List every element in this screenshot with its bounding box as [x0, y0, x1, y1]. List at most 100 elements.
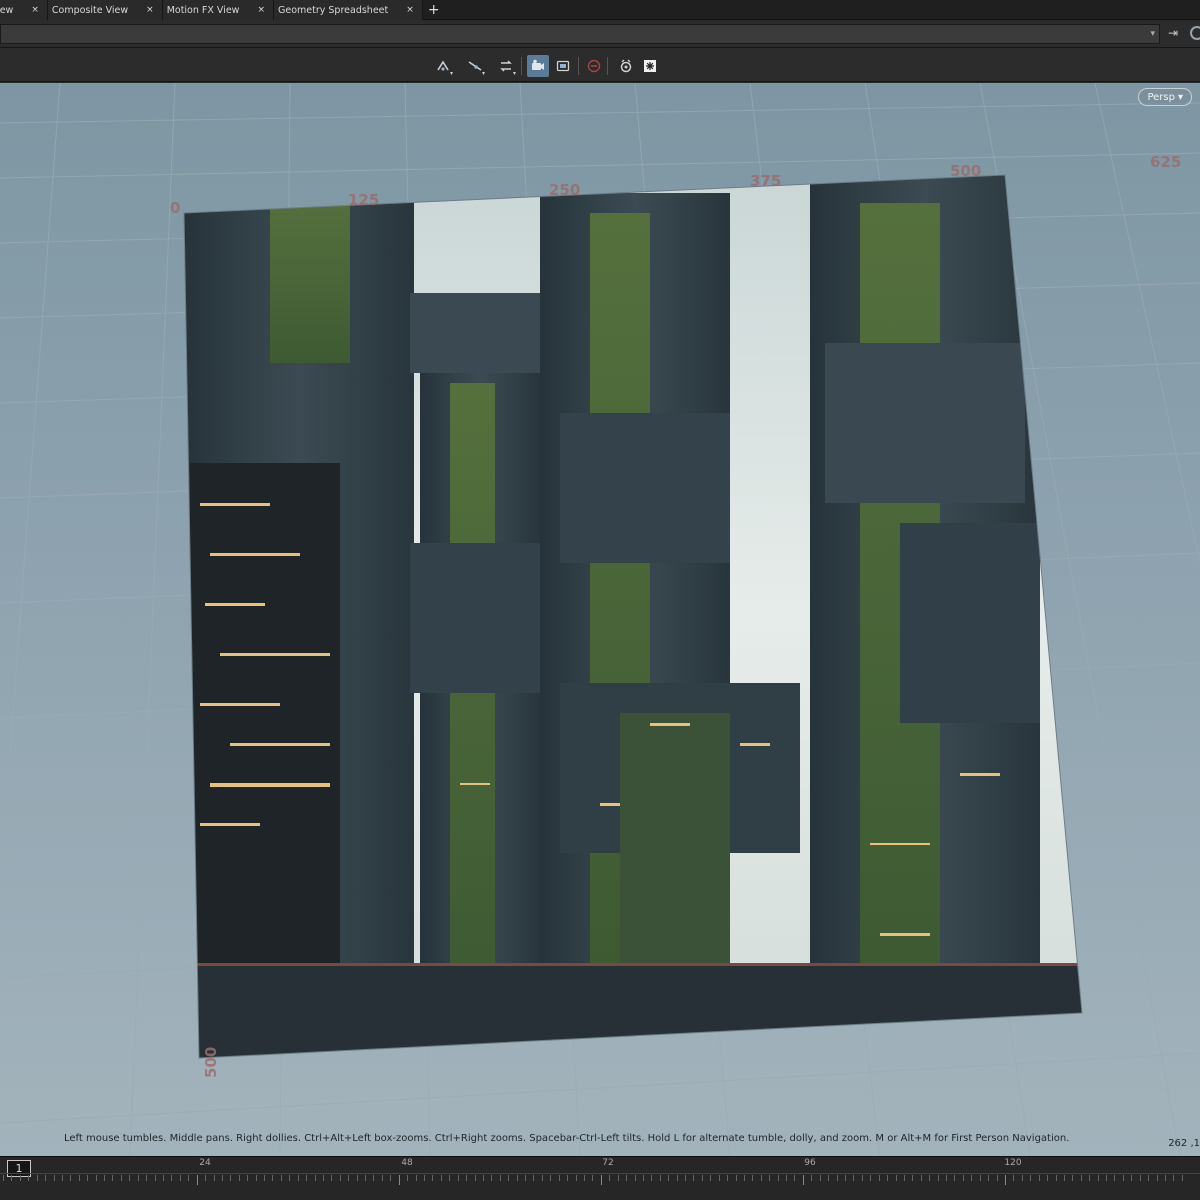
timeline-tick — [154, 1175, 156, 1181]
timeline-tick — [78, 1175, 80, 1181]
tab-motion-fx-view[interactable]: Motion FX View × — [162, 0, 274, 20]
timeline-tick — [575, 1175, 577, 1181]
timeline-tick — [53, 1175, 55, 1181]
camera-menu-button[interactable]: Persp ▾ — [1138, 88, 1192, 106]
timeline-tick — [1156, 1175, 1158, 1181]
timeline-tick — [887, 1175, 889, 1181]
timeline-tick — [735, 1175, 737, 1181]
chevron-down-icon[interactable]: ▾ — [1150, 29, 1155, 39]
timeline-tick — [617, 1175, 619, 1181]
timeline-tick — [819, 1175, 821, 1181]
no-entry-icon[interactable] — [583, 55, 605, 77]
timeline-tick — [1122, 1175, 1124, 1181]
timeline-tick — [398, 1175, 400, 1185]
timeline-tick — [390, 1175, 392, 1181]
timeline-tick — [482, 1175, 484, 1181]
timeline-tick — [466, 1175, 468, 1181]
tab-scene-view[interactable]: er View × — [0, 0, 48, 20]
timeline-tick — [786, 1175, 788, 1181]
timeline-tick — [19, 1175, 21, 1181]
timeline-tick — [1181, 1175, 1183, 1181]
timeline-tick — [449, 1175, 451, 1181]
timeline-tick — [567, 1175, 569, 1181]
timeline-tick — [137, 1175, 139, 1181]
timeline-tick — [895, 1175, 897, 1181]
close-icon[interactable]: × — [406, 5, 414, 15]
timeline-tick — [230, 1175, 232, 1181]
close-icon[interactable]: × — [31, 5, 39, 15]
timeline-tick — [752, 1175, 754, 1181]
timeline-tick — [769, 1175, 771, 1181]
timeline-tick — [811, 1175, 813, 1181]
timeline-tick — [373, 1175, 375, 1181]
chevron-down-icon: ▾ — [1177, 91, 1183, 103]
path-bar: ▾ ⇥ — [0, 21, 1200, 48]
viewport-hint-text: Left mouse tumbles. Middle pans. Right d… — [64, 1133, 1070, 1144]
link-circle-icon[interactable] — [1190, 26, 1200, 40]
timeline-ruler — [0, 1173, 1200, 1174]
timeline-tick — [112, 1175, 114, 1181]
snowflake-icon[interactable] — [639, 55, 661, 77]
grid-ruler-label: 500 — [202, 1047, 220, 1078]
close-icon[interactable]: × — [257, 5, 265, 15]
timeline-tick — [432, 1175, 434, 1181]
cursor-coords: 262 ,1 — [1168, 1138, 1200, 1149]
timeline-tick — [794, 1175, 796, 1181]
timeline-tick — [777, 1175, 779, 1181]
render-camera-icon[interactable] — [615, 55, 637, 77]
timeline-frame-label: 48 — [401, 1158, 413, 1168]
timeline-tick — [339, 1175, 341, 1181]
timeline-tick — [609, 1175, 611, 1181]
timeline-tick — [828, 1175, 830, 1181]
snap-to-grid-icon[interactable]: ▾ — [432, 55, 454, 77]
timeline-tick — [36, 1175, 38, 1181]
timeline-tick — [946, 1175, 948, 1181]
scene-viewport[interactable]: 0 125 250 375 500 625 500 Persp ▾ Left m… — [0, 83, 1200, 1156]
timeline-tick — [87, 1175, 89, 1181]
viewport-display-icon[interactable] — [552, 55, 574, 77]
timeline-tick — [1038, 1175, 1040, 1181]
timeline-tick — [541, 1175, 543, 1181]
timeline-tick — [802, 1175, 804, 1185]
timeline-tick — [845, 1175, 846, 1181]
timeline-tick — [61, 1175, 63, 1181]
timeline-tick — [146, 1175, 148, 1181]
camera-settings-icon[interactable] — [527, 55, 549, 77]
timeline-tick — [1106, 1175, 1108, 1181]
timeline-tick — [179, 1175, 181, 1181]
timeline-tick — [1047, 1175, 1049, 1181]
timeline-tick — [289, 1175, 291, 1181]
timeline-tick — [407, 1175, 409, 1181]
timeline-tick — [642, 1175, 644, 1181]
timeline-tick — [247, 1175, 249, 1181]
timeline-tick — [988, 1175, 990, 1181]
camera-menu-label: Persp — [1147, 91, 1175, 103]
perspective-grid: 0 125 250 375 500 625 500 — [0, 83, 1200, 1156]
tab-composite-view[interactable]: Composite View × — [47, 0, 163, 20]
tab-geometry-spreadsheet[interactable]: Geometry Spreadsheet × — [274, 0, 423, 20]
timeline-tick — [306, 1175, 308, 1181]
swap-icon[interactable]: ▾ — [495, 55, 517, 77]
timeline-tick — [331, 1175, 333, 1181]
timeline-tick — [255, 1175, 257, 1181]
snap-to-edge-icon[interactable]: ▾ — [464, 55, 486, 77]
network-path-field[interactable]: ▾ — [0, 24, 1160, 44]
timeline-tick — [1055, 1175, 1057, 1181]
pin-icon[interactable]: ⇥ — [1168, 26, 1178, 40]
timeline-frame-label: 24 — [199, 1158, 211, 1168]
playbar-timeline[interactable]: 1 24 48 72 96 120 — [0, 1156, 1200, 1200]
timeline-tick — [1072, 1175, 1074, 1181]
timeline-tick — [272, 1175, 274, 1181]
add-tab-button[interactable]: + — [423, 0, 445, 19]
toolbar-divider — [521, 57, 522, 75]
timeline-tick — [533, 1175, 535, 1181]
tab-label: Motion FX View — [166, 4, 240, 16]
timeline-tick — [188, 1175, 190, 1181]
timeline-tick — [912, 1175, 914, 1181]
timeline-tick — [205, 1175, 207, 1181]
timeline-tick — [508, 1175, 510, 1181]
timeline-tick — [314, 1175, 316, 1181]
close-icon[interactable]: × — [146, 5, 154, 15]
timeline-tick — [120, 1175, 122, 1181]
pane-tab-bar: er View × Composite View × Motion FX Vie… — [0, 0, 1200, 20]
